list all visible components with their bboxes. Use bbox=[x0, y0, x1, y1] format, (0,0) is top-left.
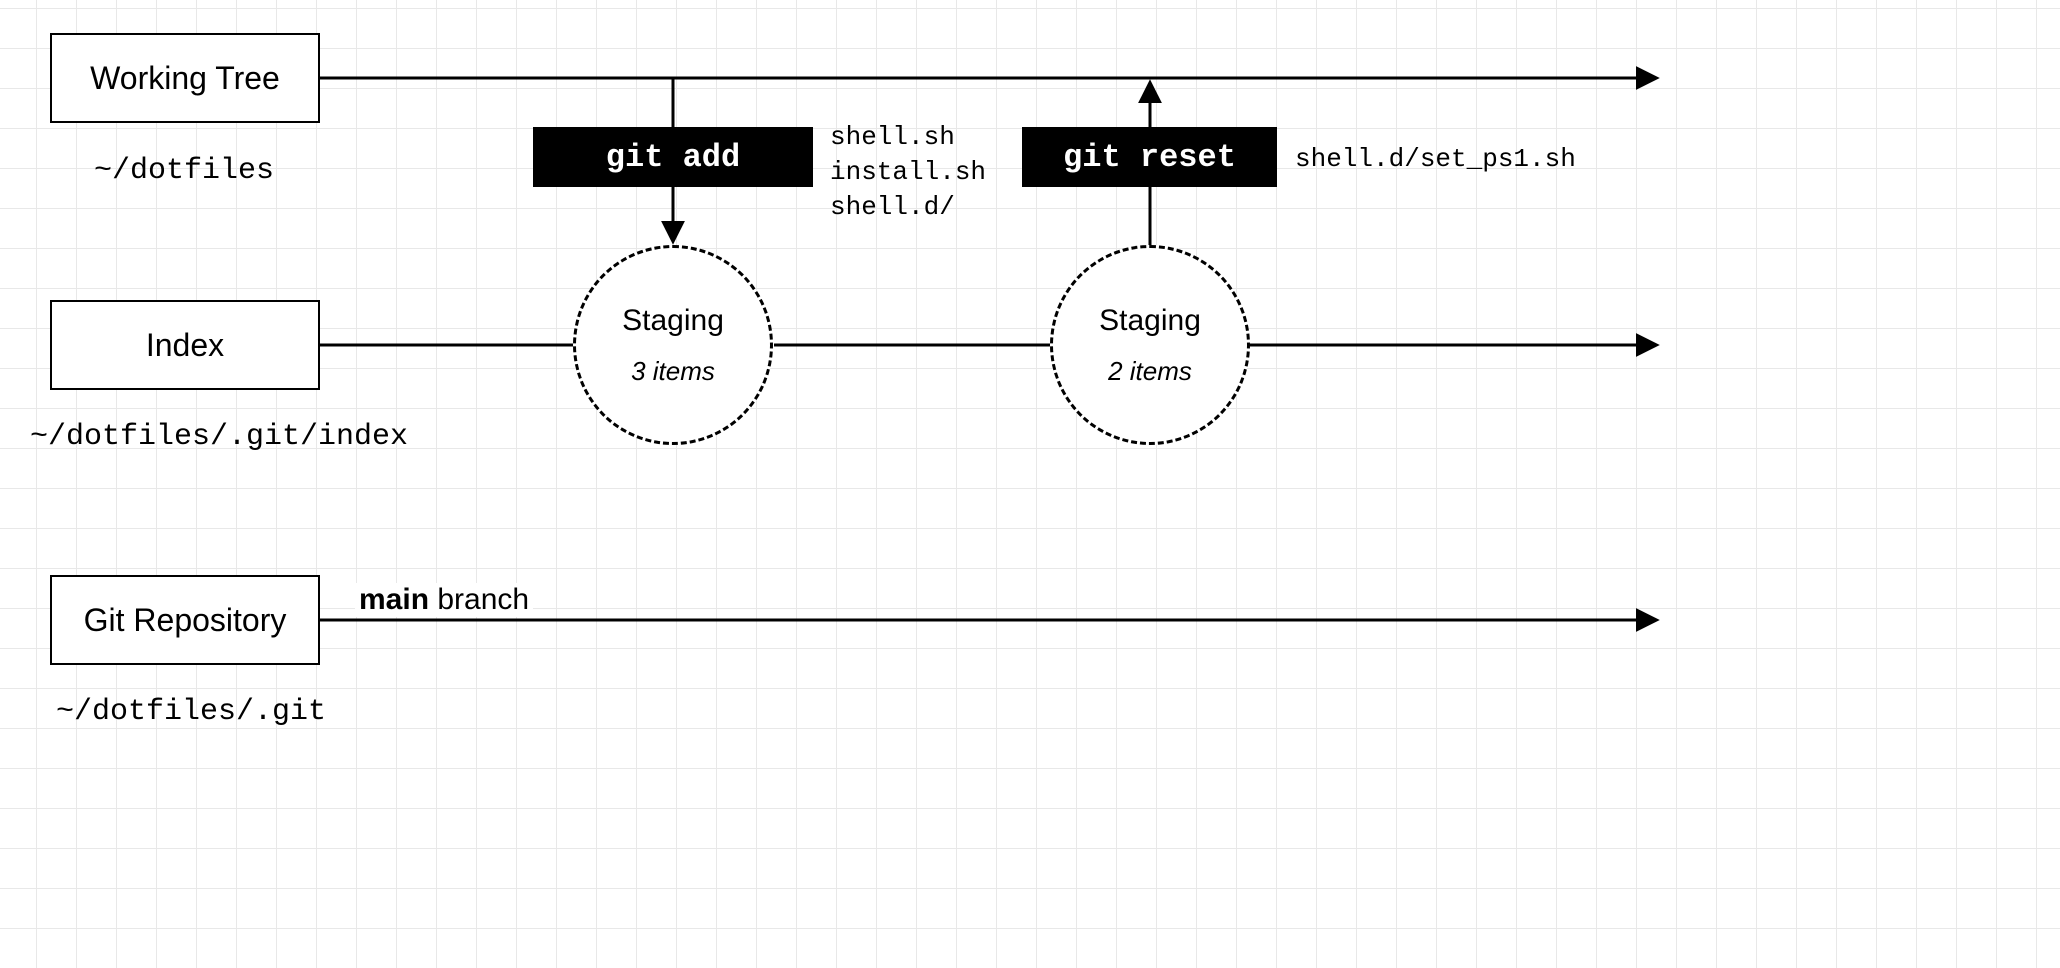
repo-label: Git Repository bbox=[84, 601, 287, 639]
branch-label: main branch bbox=[355, 583, 533, 617]
index-label: Index bbox=[146, 326, 224, 364]
working-tree-path: ~/dotfiles bbox=[94, 154, 274, 188]
index-box: Index bbox=[50, 300, 320, 390]
git-add-files: shell.sh install.sh shell.d/ bbox=[830, 120, 986, 225]
git-add-label: git add bbox=[606, 139, 740, 176]
repo-box: Git Repository bbox=[50, 575, 320, 665]
staging-b-count: 2 items bbox=[1108, 356, 1192, 387]
branch-suffix: branch bbox=[429, 583, 529, 616]
git-add-command: git add bbox=[533, 127, 813, 187]
branch-name: main bbox=[359, 583, 429, 616]
index-path: ~/dotfiles/.git/index bbox=[30, 420, 408, 454]
staging-b: Staging 2 items bbox=[1050, 245, 1250, 445]
staging-b-title: Staging bbox=[1099, 304, 1201, 338]
working-tree-box: Working Tree bbox=[50, 33, 320, 123]
git-reset-label: git reset bbox=[1063, 139, 1236, 176]
git-reset-files: shell.d/set_ps1.sh bbox=[1295, 142, 1576, 177]
staging-a-count: 3 items bbox=[631, 356, 715, 387]
repo-path: ~/dotfiles/.git bbox=[56, 695, 326, 729]
staging-a: Staging 3 items bbox=[573, 245, 773, 445]
working-tree-label: Working Tree bbox=[90, 59, 280, 97]
staging-a-title: Staging bbox=[622, 304, 724, 338]
git-reset-command: git reset bbox=[1022, 127, 1277, 187]
